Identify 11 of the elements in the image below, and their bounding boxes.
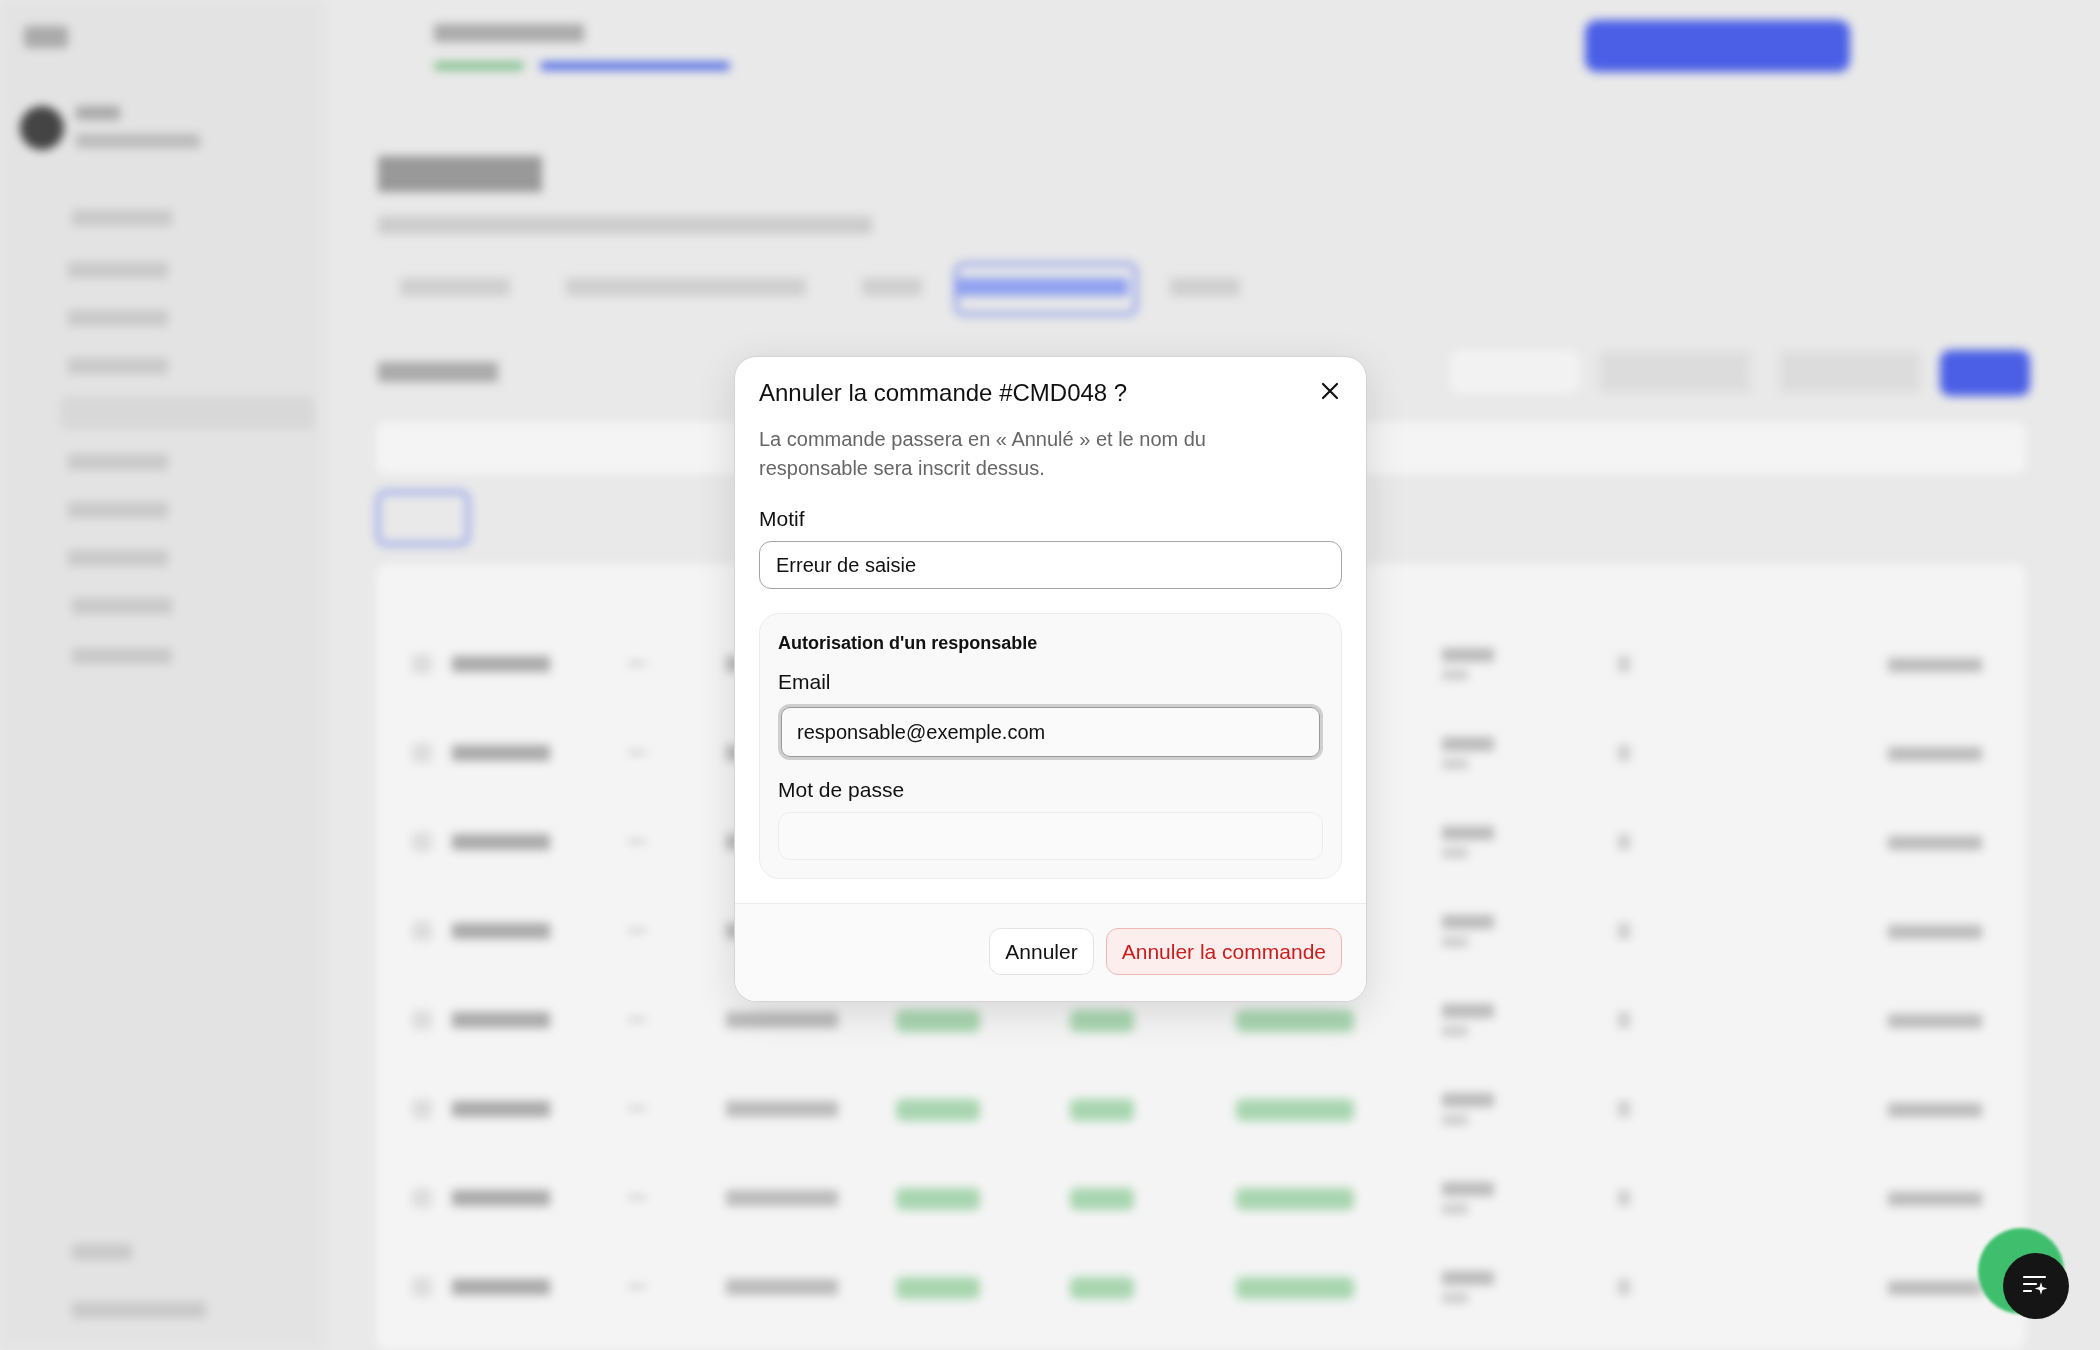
field-label: Mot de passe: [778, 778, 906, 802]
email-input[interactable]: responsable@exemple.com: [778, 704, 1323, 760]
reason-input[interactable]: Erreur de saisie: [759, 541, 1342, 589]
dialog-description: La commande passera en « Annulé » et le nom du responsable sera inscrit dessus.: [759, 427, 1207, 481]
dialog-title: Annuler la commande #CMD048 ?: [759, 379, 1128, 407]
cancel-button[interactable]: Annuler: [989, 928, 1094, 975]
confirm-cancel-button[interactable]: Annuler la commande: [1105, 928, 1342, 975]
field-label: Email: [778, 670, 832, 694]
close-icon: [1320, 381, 1340, 401]
panel-title: Autorisation d'un responsable: [778, 633, 1039, 654]
field-label: Motif: [759, 507, 806, 531]
